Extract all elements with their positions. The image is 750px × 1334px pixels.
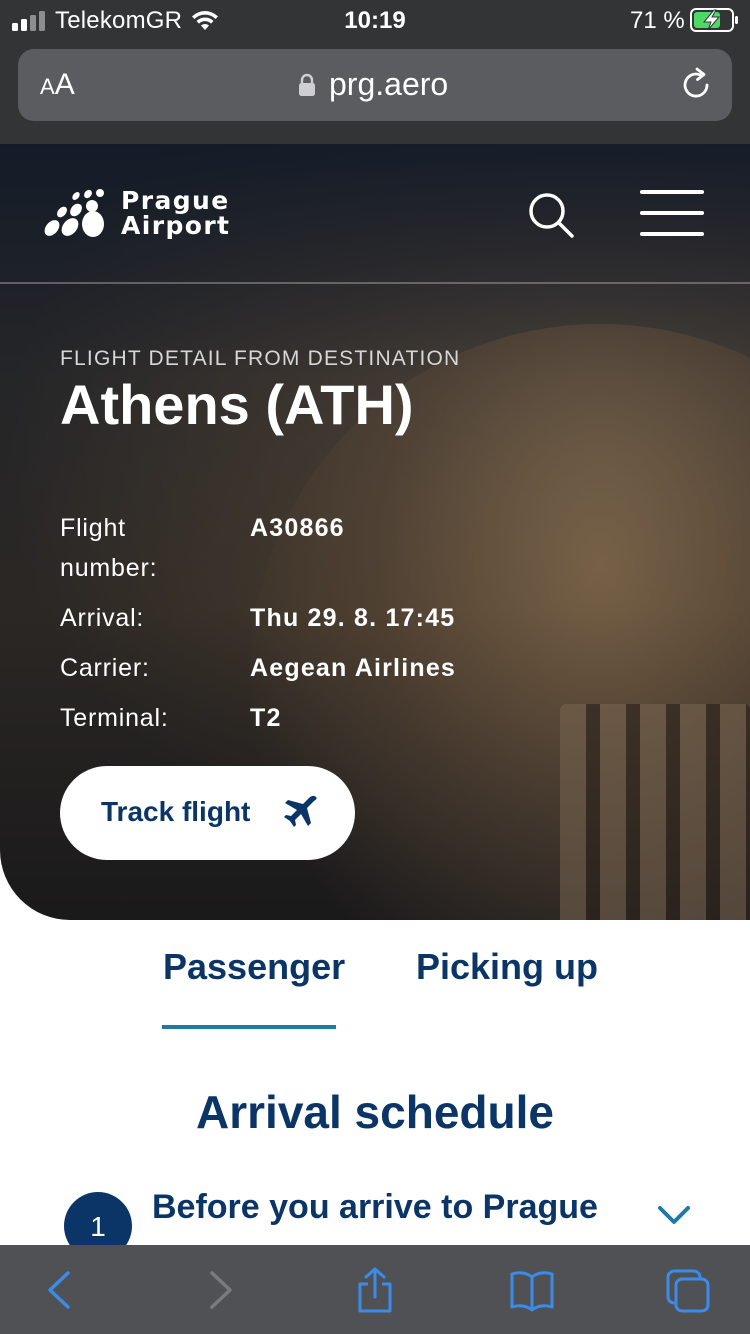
detail-value: T2	[250, 704, 282, 732]
flight-details: Flight number: A30866 Arrival: Thu 29. 8…	[60, 508, 560, 748]
arrival-schedule-title: Arrival schedule	[196, 1086, 554, 1138]
lock-icon	[299, 73, 315, 96]
tab-passenger[interactable]: Passenger	[163, 946, 345, 988]
hero-background-ruin	[560, 704, 750, 920]
airplane-icon	[284, 795, 317, 827]
share-icon[interactable]	[353, 1267, 397, 1313]
flight-hero: Prague Airport FLIGHT DETAIL FROM DESTIN…	[0, 144, 750, 920]
url-text[interactable]: prg.aero	[329, 66, 448, 103]
bookmarks-icon[interactable]	[510, 1267, 554, 1313]
detail-value: A30866	[250, 514, 345, 542]
airport-logo-icon	[44, 189, 104, 237]
detail-label: Terminal:	[60, 704, 169, 732]
detail-label: Arrival:	[60, 604, 145, 632]
battery-percentage: 71 %	[630, 7, 685, 34]
detail-value: Aegean Airlines	[250, 654, 457, 682]
browser-chrome: TelekomGR 10:19 71 % AA prg.aero	[0, 0, 750, 144]
battery-charging-icon	[690, 8, 738, 32]
logo-wordmark: Prague Airport	[121, 186, 231, 240]
detail-value: Thu 29. 8. 17:45	[250, 604, 456, 632]
hamburger-menu-icon[interactable]	[640, 190, 704, 238]
reload-icon[interactable]	[678, 67, 714, 103]
header-divider	[0, 282, 750, 284]
detail-row-arrival: Arrival: Thu 29. 8. 17:45	[60, 598, 560, 648]
destination-title: Athens (ATH)	[60, 373, 414, 436]
status-bar: TelekomGR 10:19 71 %	[0, 0, 750, 42]
prague-airport-logo[interactable]: Prague Airport	[40, 188, 240, 244]
detail-row-terminal: Terminal: T2	[60, 698, 560, 748]
flight-detail-eyebrow: FLIGHT DETAIL FROM DESTINATION	[60, 347, 461, 370]
detail-label: Carrier:	[60, 654, 150, 682]
active-tab-indicator	[162, 1025, 336, 1029]
step-title[interactable]: Before you arrive to Prague	[152, 1188, 598, 1227]
back-icon[interactable]	[40, 1267, 84, 1313]
tabs-icon[interactable]	[666, 1267, 710, 1313]
detail-label: Flight number:	[60, 514, 158, 582]
detail-row-flight-number: Flight number: A30866	[60, 508, 560, 598]
forward-icon[interactable]	[198, 1267, 242, 1313]
track-flight-label: Track flight	[101, 796, 251, 827]
address-bar[interactable]: AA prg.aero	[18, 49, 732, 121]
search-icon[interactable]	[526, 190, 576, 240]
text-size-button[interactable]: AA	[40, 68, 75, 102]
browser-toolbar	[0, 1245, 750, 1334]
track-flight-button[interactable]: Track flight	[60, 766, 355, 860]
detail-row-carrier: Carrier: Aegean Airlines	[60, 648, 560, 698]
chevron-down-icon[interactable]	[656, 1200, 692, 1230]
tab-picking-up[interactable]: Picking up	[416, 946, 598, 988]
